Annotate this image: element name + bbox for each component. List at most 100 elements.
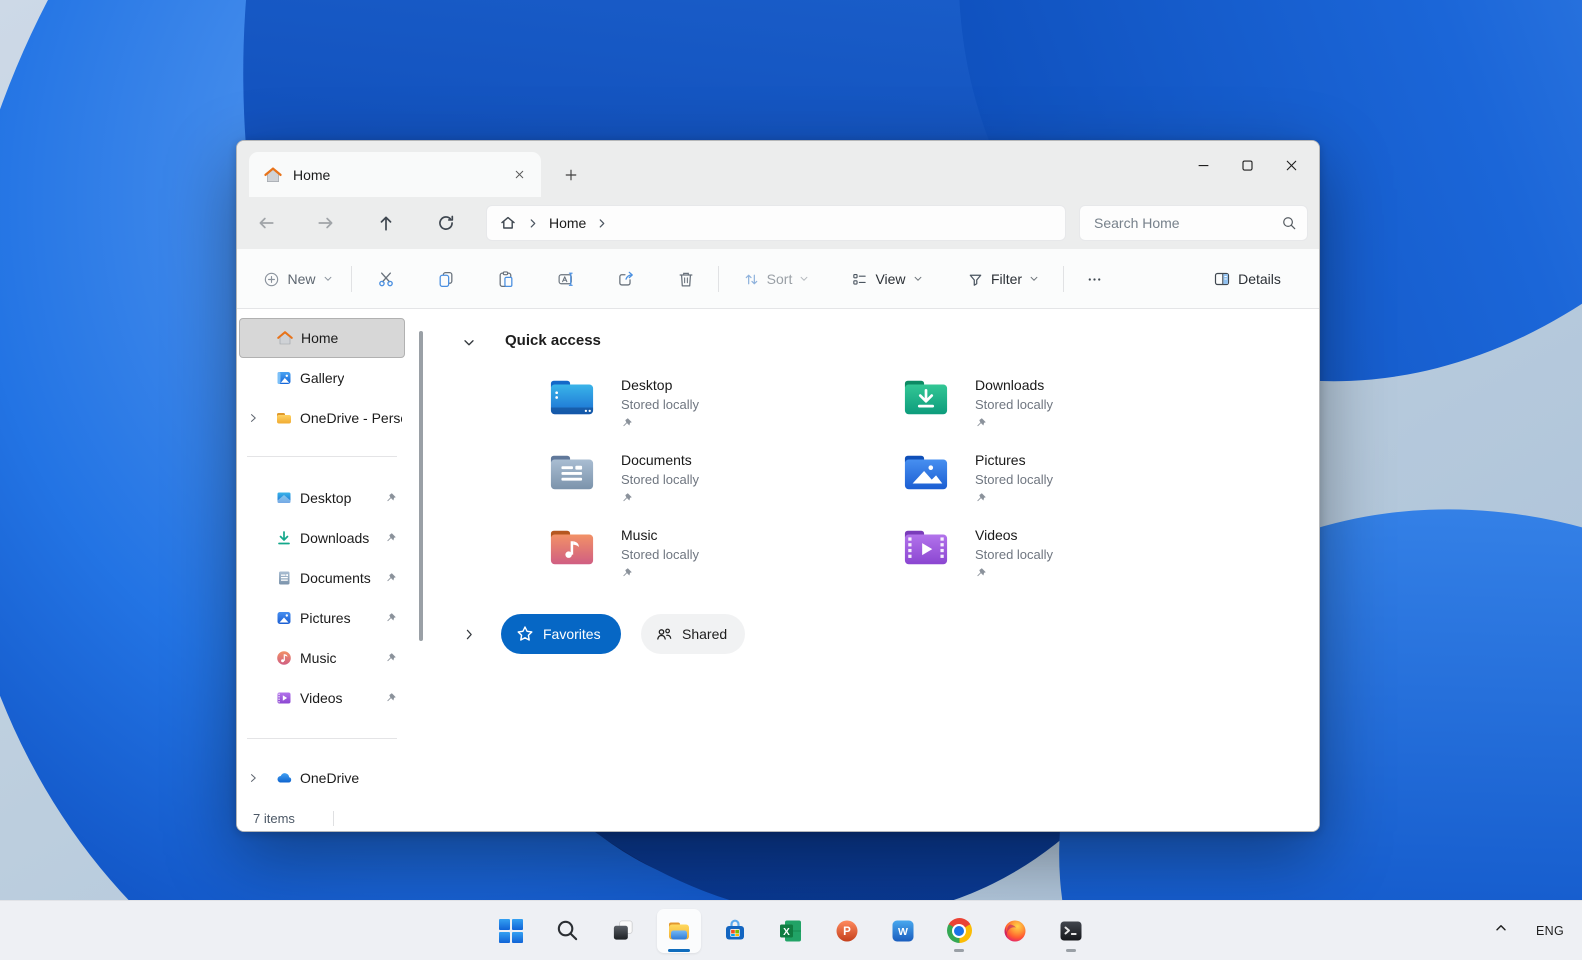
taskbar-file-explorer-button[interactable] [657, 908, 701, 953]
people-icon [657, 628, 672, 640]
delete-button[interactable] [668, 261, 704, 297]
forward-button[interactable] [308, 205, 344, 241]
paste-icon [499, 271, 513, 288]
taskbar-terminal-button[interactable] [1049, 909, 1093, 953]
word-icon: W [892, 920, 914, 941]
favorites-button[interactable]: Favorites [501, 614, 621, 654]
downloads-icon [278, 531, 290, 545]
running-app-indicator [954, 948, 964, 952]
task-view-button[interactable] [601, 909, 645, 953]
sidebar-item-downloads[interactable]: Downloads [239, 518, 405, 558]
close-icon [1286, 160, 1296, 170]
expand-chevron-icon[interactable] [243, 768, 263, 788]
tile-downloads[interactable]: Downloads Stored locally [903, 376, 1243, 438]
pictures-folder-icon [904, 455, 948, 490]
sidebar-item-home[interactable]: Home [239, 318, 405, 358]
pin-icon [977, 568, 986, 577]
quick-access-collapse-button[interactable] [457, 331, 481, 355]
item-count: 7 items [253, 810, 295, 826]
address-bar[interactable]: Home [486, 205, 1066, 241]
view-button[interactable]: View [841, 261, 933, 297]
sidebar-item-documents[interactable]: Documents [239, 558, 405, 598]
pin-icon [387, 573, 396, 582]
close-button[interactable] [1269, 147, 1313, 183]
tile-desktop[interactable]: Desktop Stored locally [549, 376, 889, 438]
sidebar-item-onedrive[interactable]: OneDrive [239, 758, 405, 798]
tile-music[interactable]: Music Stored locally [549, 526, 889, 588]
tile-documents[interactable]: Documents Stored locally [549, 451, 889, 513]
windows-start-icon [499, 918, 523, 943]
excel-icon: X [780, 920, 801, 941]
taskbar: X P W ENG [0, 900, 1582, 960]
downloads-folder-icon [904, 380, 948, 415]
delete-icon [679, 272, 693, 287]
tray-show-hidden-icons-button[interactable] [1493, 920, 1509, 941]
taskbar-powerpoint-button[interactable]: P [825, 909, 869, 953]
minimize-button[interactable] [1181, 147, 1225, 183]
chevron-right-icon[interactable] [595, 216, 609, 230]
back-icon [259, 217, 274, 229]
expand-chevron-icon[interactable] [243, 408, 263, 428]
taskbar-search-button[interactable] [545, 909, 589, 953]
breadcrumb-home[interactable]: Home [549, 215, 586, 231]
details-pane-button[interactable]: Details [1199, 261, 1295, 297]
sidebar-item-pictures[interactable]: Pictures [239, 598, 405, 638]
shared-button[interactable]: Shared [641, 614, 746, 654]
search-input[interactable] [1094, 215, 1281, 231]
new-button[interactable]: New [256, 261, 340, 297]
taskbar-firefox-button[interactable] [993, 909, 1037, 953]
svg-text:P: P [843, 926, 851, 938]
pin-icon [623, 493, 632, 502]
search-box[interactable] [1079, 205, 1308, 241]
start-button[interactable] [489, 909, 533, 953]
tab-home[interactable]: Home [249, 152, 541, 197]
paste-button[interactable] [488, 261, 524, 297]
sidebar-item-videos[interactable]: Videos [239, 678, 405, 718]
pin-icon [623, 418, 632, 427]
sort-button[interactable]: Sort [731, 261, 821, 297]
maximize-button[interactable] [1225, 147, 1269, 183]
chevron-up-icon [1496, 925, 1506, 931]
tab-close-button[interactable] [505, 161, 533, 189]
sidebar-item-music[interactable]: Music [239, 638, 405, 678]
cut-button[interactable] [368, 261, 404, 297]
sidebar-item-onedrive-personal[interactable]: OneDrive - Perso [239, 398, 405, 438]
rename-button[interactable] [548, 261, 584, 297]
copy-button[interactable] [428, 261, 464, 297]
chevron-down-icon [464, 340, 474, 346]
new-tab-button[interactable] [556, 163, 586, 187]
sidebar-item-gallery[interactable]: Gallery [239, 358, 405, 398]
tab-title: Home [293, 166, 331, 183]
file-explorer-icon [669, 922, 689, 939]
videos-icon [277, 692, 291, 704]
sidebar-item-desktop[interactable]: Desktop [239, 478, 405, 518]
up-button[interactable] [368, 205, 404, 241]
pictures-icon [277, 612, 291, 624]
taskbar-store-button[interactable] [713, 909, 757, 953]
see-more-button[interactable] [1077, 261, 1111, 297]
share-button[interactable] [608, 261, 644, 297]
sort-label: Sort [766, 271, 793, 287]
svg-text:X: X [783, 927, 790, 938]
filter-button[interactable]: Filter [955, 261, 1051, 297]
favorites-expand-button[interactable] [457, 622, 481, 646]
filter-icon [969, 274, 982, 286]
taskbar-chrome-button[interactable] [937, 909, 981, 953]
favorites-label: Favorites [543, 626, 601, 642]
taskbar-excel-button[interactable]: X [769, 909, 813, 953]
titlebar[interactable]: Home [237, 141, 1319, 197]
refresh-button[interactable] [428, 205, 464, 241]
language-indicator[interactable]: ENG [1536, 924, 1564, 938]
onedrive-cloud-icon [277, 773, 292, 783]
taskbar-word-button[interactable]: W [881, 909, 925, 953]
back-button[interactable] [248, 205, 284, 241]
pin-icon [623, 568, 632, 577]
sidebar-scrollbar[interactable] [419, 331, 423, 641]
tile-pictures[interactable]: Pictures Stored locally [903, 451, 1243, 513]
task-view-icon [613, 920, 633, 940]
tile-videos[interactable]: Videos Stored locally [903, 526, 1243, 588]
firefox-icon [1004, 920, 1026, 941]
search-icon[interactable] [1281, 215, 1297, 231]
music-icon [277, 651, 291, 665]
chevron-right-icon [466, 629, 472, 639]
